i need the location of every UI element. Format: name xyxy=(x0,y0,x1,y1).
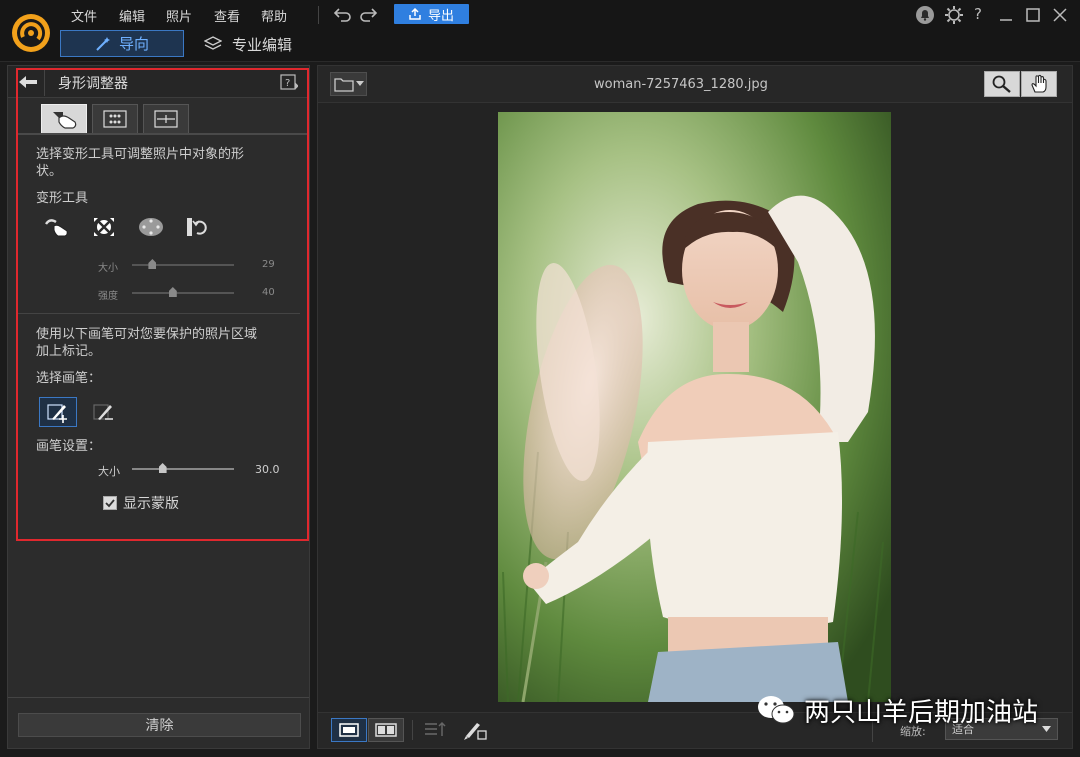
warp-restore-icon[interactable] xyxy=(185,216,211,238)
warp-description-line2: 状。 xyxy=(36,164,63,179)
edited-photo[interactable] xyxy=(498,112,891,702)
strength-label: 强度 xyxy=(98,291,118,302)
warp-pinch-icon[interactable] xyxy=(92,216,116,238)
tab-grid-tool[interactable] xyxy=(92,104,138,134)
chevron-down-icon xyxy=(355,81,364,87)
select-brush-heading: 选择画笔： xyxy=(36,371,102,386)
single-view-button[interactable] xyxy=(331,718,367,742)
app-logo-icon xyxy=(10,12,52,54)
bottom-bar-divider xyxy=(412,720,413,740)
mode-guide-label: 导向 xyxy=(118,35,149,53)
brush-size-label: 大小 xyxy=(98,465,120,478)
strength-value: 40 xyxy=(262,287,275,298)
close-icon[interactable] xyxy=(1049,4,1071,26)
open-folder-button[interactable] xyxy=(330,72,367,96)
tab-split-tool[interactable] xyxy=(143,104,189,134)
size-slider-track xyxy=(132,264,234,266)
notification-icon[interactable] xyxy=(914,4,936,26)
settings-gear-icon[interactable] xyxy=(943,4,965,26)
brush-remove-button[interactable] xyxy=(88,399,120,425)
help-icon[interactable]: ? xyxy=(974,5,982,23)
brush-settings-heading: 画笔设置： xyxy=(36,439,102,454)
tab-warp-tool[interactable] xyxy=(41,104,87,134)
brush-size-slider-knob[interactable] xyxy=(158,463,167,473)
protect-description-line1: 使用以下画笔可对您要保护的照片区域 xyxy=(36,327,258,342)
undo-icon[interactable] xyxy=(331,4,353,26)
menu-help[interactable]: 帮助 xyxy=(261,6,287,25)
svg-text:?: ? xyxy=(285,78,290,89)
grid-dots-icon xyxy=(103,110,127,128)
menu-edit[interactable]: 编辑 xyxy=(119,6,145,25)
clear-button[interactable]: 清除 xyxy=(18,713,301,737)
magnifier-icon xyxy=(991,74,1013,94)
checkbox-checked-icon xyxy=(103,496,117,510)
watermark: 两只山羊后期加油站 xyxy=(756,690,1038,730)
brush-size-value: 30.0 xyxy=(255,463,280,476)
size-slider[interactable] xyxy=(132,258,234,272)
watermark-text: 两只山羊后期加油站 xyxy=(804,697,1039,728)
size-value: 29 xyxy=(262,259,275,270)
redo-icon[interactable] xyxy=(358,4,380,26)
menu-photo[interactable]: 照片 xyxy=(166,6,192,25)
minimize-icon[interactable] xyxy=(995,4,1017,26)
maximize-icon[interactable] xyxy=(1022,4,1044,26)
brush-remove-icon xyxy=(92,401,116,423)
hand-icon xyxy=(1029,74,1049,94)
compare-view-icon xyxy=(375,723,397,737)
bottom-divider xyxy=(8,697,309,698)
magic-wand-icon xyxy=(95,36,111,52)
header-divider xyxy=(44,70,45,96)
strength-slider-track xyxy=(132,292,234,294)
warp-push-icon[interactable] xyxy=(44,216,70,238)
brush-size-slider[interactable] xyxy=(132,462,234,476)
show-mask-label: 显示蒙版 xyxy=(123,496,179,512)
export-button[interactable]: 导出 xyxy=(394,4,469,24)
split-guide-icon xyxy=(154,110,178,128)
export-icon xyxy=(409,8,421,20)
show-mask-checkbox[interactable]: 显示蒙版 xyxy=(103,493,179,513)
adjust-list-icon[interactable] xyxy=(423,720,449,740)
warp-description-line1: 选择变形工具可调整照片中对象的形 xyxy=(36,147,245,162)
export-label: 导出 xyxy=(427,8,454,24)
menu-file[interactable]: 文件 xyxy=(71,6,97,25)
panel-help-icon[interactable]: ? xyxy=(280,74,298,90)
protect-description: 使用以下画笔可对您要保护的照片区域 加上标记。 xyxy=(36,326,298,360)
section-divider xyxy=(18,313,300,314)
warp-tools-heading: 变形工具 xyxy=(36,191,89,206)
size-label: 大小 xyxy=(98,263,118,274)
panel-header xyxy=(8,66,309,98)
wechat-icon xyxy=(756,694,796,726)
panel-title: 身形调整器 xyxy=(58,76,128,92)
file-name: woman-7257463_1280.jpg xyxy=(594,77,768,92)
size-slider-knob[interactable] xyxy=(148,259,157,269)
zoom-tool-button[interactable] xyxy=(984,71,1020,97)
compare-view-button[interactable] xyxy=(368,718,404,742)
warp-description: 选择变形工具可调整照片中对象的形 状。 xyxy=(36,146,298,180)
brush-size-slider-track xyxy=(132,468,234,470)
pan-tool-button[interactable] xyxy=(1021,71,1057,97)
strength-slider-knob[interactable] xyxy=(168,287,177,297)
protect-description-line2: 加上标记。 xyxy=(36,344,102,359)
layers-icon xyxy=(204,36,222,52)
brush-add-icon xyxy=(46,401,70,423)
menu-divider xyxy=(318,6,319,24)
chevron-down-icon xyxy=(1042,726,1051,732)
menu-view[interactable]: 查看 xyxy=(214,6,240,25)
brush-mask-icon[interactable] xyxy=(463,719,489,741)
brush-add-button[interactable] xyxy=(39,397,77,427)
back-arrow-icon[interactable] xyxy=(17,74,39,90)
mode-pro-tab[interactable]: 专业编辑 xyxy=(204,32,292,56)
folder-icon xyxy=(333,76,354,92)
warp-hand-icon xyxy=(49,108,79,130)
tab-underline xyxy=(17,133,307,135)
single-view-icon xyxy=(339,723,359,737)
strength-slider[interactable] xyxy=(132,286,234,300)
mode-pro-label: 专业编辑 xyxy=(232,35,293,54)
mode-guide-tab[interactable]: 导向 xyxy=(60,30,184,57)
warp-bloat-icon[interactable] xyxy=(138,216,164,238)
